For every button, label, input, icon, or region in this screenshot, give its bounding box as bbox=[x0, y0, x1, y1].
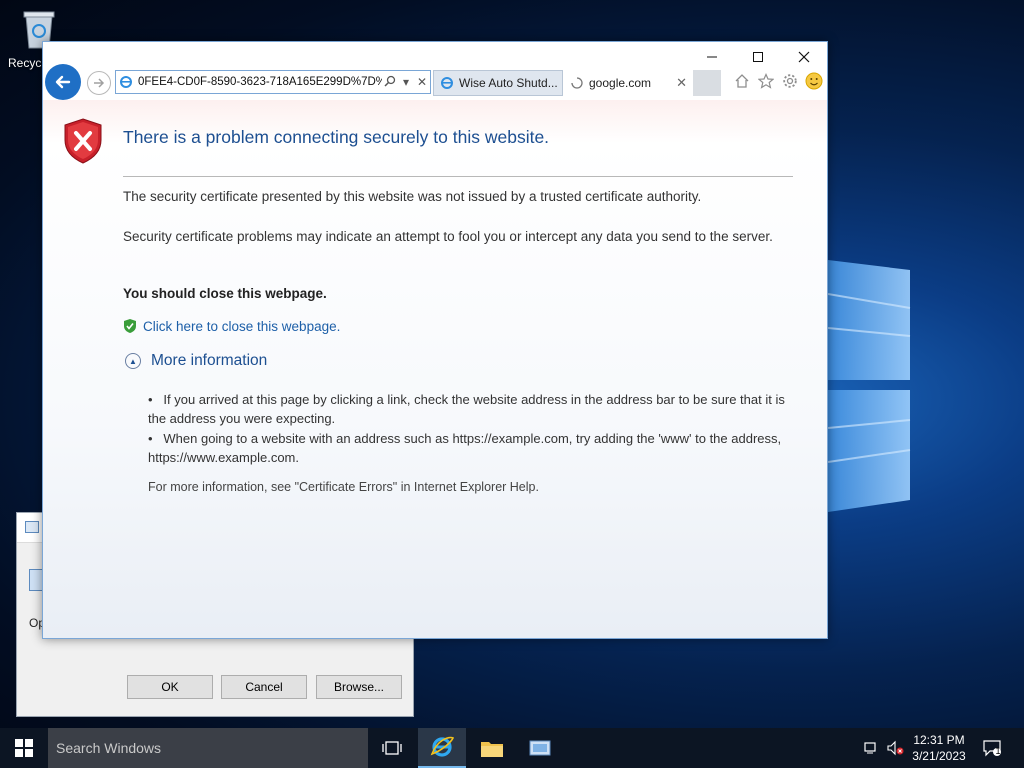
dropdown-icon[interactable]: ▾ bbox=[398, 75, 414, 89]
certificate-message: The security certificate presented by th… bbox=[123, 189, 702, 204]
tab-label: google.com bbox=[589, 76, 652, 90]
forward-button[interactable] bbox=[87, 71, 111, 95]
browse-button[interactable]: Browse... bbox=[316, 675, 402, 699]
navigation-bar: 0FEE4-CD0F-8590-3623-718A165E299D%7D% ▾ … bbox=[43, 64, 829, 100]
clock-time: 12:31 PM bbox=[913, 733, 965, 747]
collapse-arrow-icon[interactable]: ▲ bbox=[125, 353, 141, 369]
loading-icon bbox=[571, 77, 583, 89]
tab-label: Wise Auto Shutd... bbox=[459, 76, 558, 90]
network-icon[interactable] bbox=[862, 738, 882, 758]
task-view-button[interactable] bbox=[368, 728, 416, 768]
close-webpage-link[interactable]: Click here to close this webpage. bbox=[123, 318, 340, 334]
maximize-icon bbox=[753, 52, 763, 62]
windows-wallpaper-logo bbox=[828, 260, 911, 512]
run-app-icon bbox=[529, 740, 551, 756]
smiley-feedback-icon[interactable] bbox=[805, 72, 823, 90]
task-view-icon bbox=[382, 741, 402, 755]
tab-google[interactable]: google.com ✕ bbox=[565, 70, 693, 96]
list-item: • If you arrived at this page by clickin… bbox=[148, 392, 785, 426]
cancel-button[interactable]: Cancel bbox=[221, 675, 307, 699]
clock-date: 3/21/2023 bbox=[912, 749, 966, 763]
back-button[interactable] bbox=[45, 64, 81, 100]
taskbar: Search Windows 12:31 PM 3/21/2023 1 bbox=[0, 728, 1024, 768]
help-footer-text: For more information, see "Certificate E… bbox=[148, 480, 539, 494]
favorites-star-icon[interactable] bbox=[757, 72, 775, 90]
start-button[interactable] bbox=[0, 728, 48, 768]
ie-page-icon bbox=[116, 75, 136, 89]
volume-muted-icon[interactable] bbox=[885, 738, 905, 758]
search-icon[interactable] bbox=[382, 75, 398, 90]
taskbar-run-app[interactable] bbox=[516, 728, 564, 768]
taskbar-internet-explorer[interactable] bbox=[418, 728, 466, 768]
notification-count-badge: 1 bbox=[995, 746, 1001, 756]
taskbar-file-explorer[interactable] bbox=[468, 728, 516, 768]
page-title: There is a problem connecting securely t… bbox=[123, 127, 550, 147]
stop-icon[interactable]: ✕ bbox=[414, 75, 430, 89]
gear-icon[interactable] bbox=[781, 72, 799, 90]
forward-arrow-icon bbox=[94, 78, 105, 88]
green-shield-check-icon bbox=[124, 319, 136, 333]
back-arrow-icon bbox=[55, 75, 71, 89]
internet-explorer-window: 0FEE4-CD0F-8590-3623-718A165E299D%7D% ▾ … bbox=[42, 41, 828, 639]
run-dialog-icon bbox=[25, 521, 39, 533]
security-shield-icon bbox=[64, 118, 102, 164]
ok-button[interactable]: OK bbox=[127, 675, 213, 699]
address-text[interactable]: 0FEE4-CD0F-8590-3623-718A165E299D%7D% bbox=[136, 76, 382, 88]
taskbar-search-box[interactable]: Search Windows bbox=[48, 728, 368, 768]
warning-message: Security certificate problems may indica… bbox=[123, 229, 773, 244]
tab-wise-auto-shutdown[interactable]: Wise Auto Shutd... bbox=[433, 70, 563, 96]
close-icon bbox=[798, 51, 810, 63]
minimize-icon bbox=[707, 56, 717, 58]
list-item: • When going to a website with an addres… bbox=[148, 431, 782, 465]
close-tab-icon[interactable]: ✕ bbox=[676, 75, 687, 91]
certificate-error-page: There is a problem connecting securely t… bbox=[43, 100, 827, 638]
system-clock[interactable]: 12:31 PM 3/21/2023 bbox=[906, 732, 972, 764]
title-divider bbox=[123, 176, 793, 177]
ie-tab-icon bbox=[441, 77, 453, 89]
recommendation-text: You should close this webpage. bbox=[123, 286, 327, 301]
windows-start-icon bbox=[15, 739, 33, 757]
new-tab-button[interactable] bbox=[693, 70, 721, 96]
more-information-label[interactable]: More information bbox=[151, 352, 267, 370]
internet-explorer-icon bbox=[430, 736, 455, 757]
address-bar[interactable]: 0FEE4-CD0F-8590-3623-718A165E299D%7D% ▾ … bbox=[115, 70, 431, 94]
toolbar-icons bbox=[733, 72, 823, 90]
home-icon[interactable] bbox=[733, 72, 751, 90]
search-placeholder: Search Windows bbox=[56, 740, 162, 756]
folder-icon bbox=[481, 742, 503, 757]
more-information-toggle[interactable]: ▲ More information bbox=[125, 352, 267, 370]
close-webpage-link-text[interactable]: Click here to close this webpage. bbox=[143, 319, 340, 334]
